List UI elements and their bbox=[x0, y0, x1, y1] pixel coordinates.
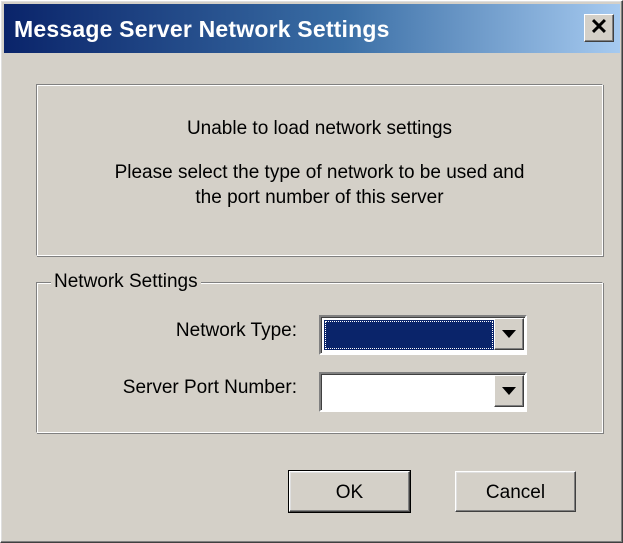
ok-button[interactable]: OK bbox=[288, 470, 411, 513]
network-type-dropdown-button[interactable] bbox=[494, 318, 524, 350]
chevron-down-icon bbox=[502, 387, 516, 395]
network-type-label: Network Type: bbox=[175, 320, 297, 341]
server-port-select[interactable] bbox=[319, 372, 527, 412]
server-port-dropdown-button[interactable] bbox=[494, 375, 524, 407]
group-label: Network Settings bbox=[51, 271, 201, 293]
network-type-value bbox=[324, 320, 494, 350]
server-port-label: Server Port Number: bbox=[122, 377, 297, 398]
close-button[interactable]: ✕ bbox=[584, 14, 614, 42]
window-title: Message Server Network Settings bbox=[14, 16, 390, 42]
close-icon: ✕ bbox=[589, 14, 609, 39]
message-panel: Unable to load network settings Please s… bbox=[36, 84, 603, 256]
cancel-button[interactable]: Cancel bbox=[455, 471, 576, 512]
network-type-select[interactable] bbox=[319, 315, 527, 355]
network-settings-dialog: Message Server Network Settings ✕ Unable… bbox=[0, 0, 623, 543]
network-settings-group: Network Settings Network Type: Server Po… bbox=[36, 271, 603, 433]
instruction-line-1: Please select the type of network to be … bbox=[114, 162, 525, 183]
error-message: Unable to load network settings bbox=[186, 118, 453, 139]
server-port-value bbox=[324, 377, 494, 407]
chevron-down-icon bbox=[502, 330, 516, 338]
title-bar[interactable]: Message Server Network Settings ✕ bbox=[4, 4, 620, 53]
instruction-line-2: the port number of this server bbox=[195, 187, 444, 208]
